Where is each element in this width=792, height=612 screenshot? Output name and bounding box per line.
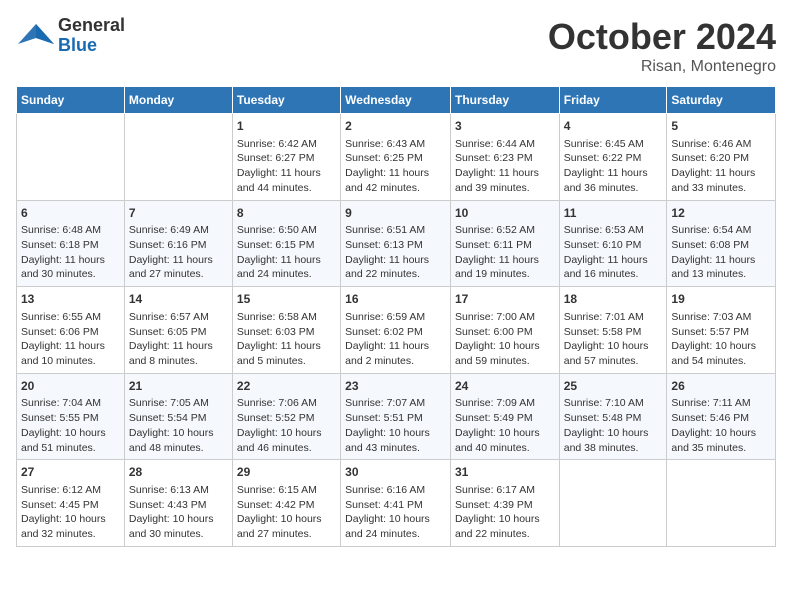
calendar-cell: 11Sunrise: 6:53 AMSunset: 6:10 PMDayligh… [559,200,667,287]
page-header: General Blue October 2024 Risan, Montene… [16,16,776,76]
calendar-cell: 17Sunrise: 7:00 AMSunset: 6:00 PMDayligh… [450,287,559,374]
day-number: 17 [455,291,555,308]
logo: General Blue [16,16,125,56]
calendar-cell: 29Sunrise: 6:15 AMSunset: 4:42 PMDayligh… [232,460,340,547]
calendar-cell [17,114,125,201]
calendar-cell: 22Sunrise: 7:06 AMSunset: 5:52 PMDayligh… [232,373,340,460]
day-number: 29 [237,464,336,481]
day-number: 25 [564,378,663,395]
calendar-cell: 1Sunrise: 6:42 AMSunset: 6:27 PMDaylight… [232,114,340,201]
calendar-cell: 18Sunrise: 7:01 AMSunset: 5:58 PMDayligh… [559,287,667,374]
calendar-cell: 16Sunrise: 6:59 AMSunset: 6:02 PMDayligh… [341,287,451,374]
day-number: 2 [345,118,446,135]
day-number: 1 [237,118,336,135]
day-number: 3 [455,118,555,135]
calendar-cell: 10Sunrise: 6:52 AMSunset: 6:11 PMDayligh… [450,200,559,287]
day-number: 23 [345,378,446,395]
calendar-week-row: 13Sunrise: 6:55 AMSunset: 6:06 PMDayligh… [17,287,776,374]
day-number: 19 [671,291,771,308]
weekday-header: Monday [124,87,232,114]
calendar-cell: 23Sunrise: 7:07 AMSunset: 5:51 PMDayligh… [341,373,451,460]
day-number: 9 [345,205,446,222]
day-number: 21 [129,378,228,395]
calendar-cell: 14Sunrise: 6:57 AMSunset: 6:05 PMDayligh… [124,287,232,374]
day-number: 8 [237,205,336,222]
day-number: 26 [671,378,771,395]
day-number: 10 [455,205,555,222]
day-number: 28 [129,464,228,481]
calendar-cell: 2Sunrise: 6:43 AMSunset: 6:25 PMDaylight… [341,114,451,201]
calendar-cell: 15Sunrise: 6:58 AMSunset: 6:03 PMDayligh… [232,287,340,374]
day-number: 11 [564,205,663,222]
weekday-header: Saturday [667,87,776,114]
day-number: 18 [564,291,663,308]
calendar-cell: 9Sunrise: 6:51 AMSunset: 6:13 PMDaylight… [341,200,451,287]
logo-general: General [58,16,125,36]
day-number: 22 [237,378,336,395]
calendar-cell: 12Sunrise: 6:54 AMSunset: 6:08 PMDayligh… [667,200,776,287]
day-number: 5 [671,118,771,135]
location-subtitle: Risan, Montenegro [548,58,776,76]
calendar-cell: 24Sunrise: 7:09 AMSunset: 5:49 PMDayligh… [450,373,559,460]
calendar-cell: 21Sunrise: 7:05 AMSunset: 5:54 PMDayligh… [124,373,232,460]
day-number: 4 [564,118,663,135]
day-number: 14 [129,291,228,308]
logo-text: General Blue [58,16,125,56]
calendar-cell: 31Sunrise: 6:17 AMSunset: 4:39 PMDayligh… [450,460,559,547]
calendar-cell: 26Sunrise: 7:11 AMSunset: 5:46 PMDayligh… [667,373,776,460]
day-number: 27 [21,464,120,481]
day-number: 15 [237,291,336,308]
calendar-week-row: 27Sunrise: 6:12 AMSunset: 4:45 PMDayligh… [17,460,776,547]
logo-blue: Blue [58,36,125,56]
day-number: 31 [455,464,555,481]
day-number: 7 [129,205,228,222]
weekday-header-row: SundayMondayTuesdayWednesdayThursdayFrid… [17,87,776,114]
calendar-table: SundayMondayTuesdayWednesdayThursdayFrid… [16,86,776,547]
calendar-cell: 8Sunrise: 6:50 AMSunset: 6:15 PMDaylight… [232,200,340,287]
calendar-week-row: 1Sunrise: 6:42 AMSunset: 6:27 PMDaylight… [17,114,776,201]
day-number: 12 [671,205,771,222]
calendar-cell: 3Sunrise: 6:44 AMSunset: 6:23 PMDaylight… [450,114,559,201]
day-number: 20 [21,378,120,395]
calendar-cell: 5Sunrise: 6:46 AMSunset: 6:20 PMDaylight… [667,114,776,201]
calendar-cell: 6Sunrise: 6:48 AMSunset: 6:18 PMDaylight… [17,200,125,287]
calendar-week-row: 20Sunrise: 7:04 AMSunset: 5:55 PMDayligh… [17,373,776,460]
calendar-cell [559,460,667,547]
calendar-cell: 28Sunrise: 6:13 AMSunset: 4:43 PMDayligh… [124,460,232,547]
day-number: 30 [345,464,446,481]
weekday-header: Wednesday [341,87,451,114]
day-number: 6 [21,205,120,222]
calendar-cell [667,460,776,547]
calendar-cell: 20Sunrise: 7:04 AMSunset: 5:55 PMDayligh… [17,373,125,460]
day-number: 13 [21,291,120,308]
weekday-header: Thursday [450,87,559,114]
calendar-cell: 7Sunrise: 6:49 AMSunset: 6:16 PMDaylight… [124,200,232,287]
calendar-week-row: 6Sunrise: 6:48 AMSunset: 6:18 PMDaylight… [17,200,776,287]
calendar-cell: 13Sunrise: 6:55 AMSunset: 6:06 PMDayligh… [17,287,125,374]
month-title: October 2024 [548,16,776,58]
bird-icon [16,16,56,56]
calendar-cell: 25Sunrise: 7:10 AMSunset: 5:48 PMDayligh… [559,373,667,460]
title-block: October 2024 Risan, Montenegro [548,16,776,76]
calendar-cell: 30Sunrise: 6:16 AMSunset: 4:41 PMDayligh… [341,460,451,547]
calendar-cell: 27Sunrise: 6:12 AMSunset: 4:45 PMDayligh… [17,460,125,547]
weekday-header: Sunday [17,87,125,114]
calendar-cell: 4Sunrise: 6:45 AMSunset: 6:22 PMDaylight… [559,114,667,201]
weekday-header: Friday [559,87,667,114]
weekday-header: Tuesday [232,87,340,114]
calendar-cell [124,114,232,201]
day-number: 24 [455,378,555,395]
day-number: 16 [345,291,446,308]
calendar-cell: 19Sunrise: 7:03 AMSunset: 5:57 PMDayligh… [667,287,776,374]
